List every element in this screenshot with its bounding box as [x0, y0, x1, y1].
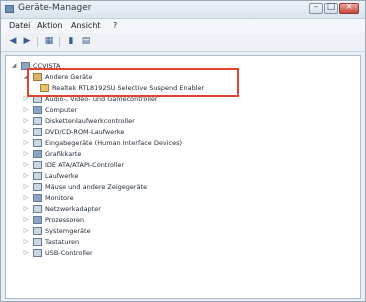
tree-item-label: Tastaturen — [45, 237, 80, 246]
back-button[interactable]: ◀ — [7, 36, 19, 47]
tree-item-drives[interactable]: ▷ Laufwerke — [22, 170, 78, 181]
properties-button[interactable]: ▦ — [43, 36, 55, 47]
arrow-right-icon: ▶ — [23, 36, 31, 46]
drive-icon — [33, 171, 42, 180]
forward-button[interactable]: ▶ — [21, 36, 33, 47]
tree-item-ide[interactable]: ▷ IDE ATA/ATAPI-Controller — [22, 159, 124, 170]
expand-icon[interactable]: ▷ — [22, 139, 30, 146]
maximize-icon: □ — [326, 2, 336, 12]
tree-item-label: Systemgeräte — [45, 226, 91, 235]
tree-item-label: USB-Controller — [45, 248, 93, 257]
tree-item-system[interactable]: ▷ Systemgeräte — [22, 225, 91, 236]
window-title: Geräte-Manager — [18, 3, 92, 13]
expand-icon[interactable]: ▷ — [22, 194, 30, 201]
expand-icon[interactable]: ▷ — [22, 249, 30, 256]
toolbar: ◀ ▶ ▦ ▮ ▤ — [1, 33, 365, 52]
menu-bar: Datei Aktion Ansicht ? — [1, 19, 365, 33]
floppy-controller-icon — [33, 116, 42, 125]
menu-view[interactable]: Ansicht — [71, 21, 101, 30]
window-controls: – □ × — [309, 2, 359, 14]
help-button[interactable]: ▮ — [65, 36, 77, 47]
mouse-icon — [33, 182, 42, 191]
tree-item-mice[interactable]: ▷ Mäuse und andere Zeigegeräte — [22, 181, 147, 192]
menu-action[interactable]: Aktion — [37, 21, 62, 30]
tree-item-hid[interactable]: ▷ Eingabegeräte (Human Interface Devices… — [22, 137, 182, 148]
tree-item-label: Monitore — [45, 193, 74, 202]
expand-icon[interactable]: ▷ — [22, 205, 30, 212]
expand-icon[interactable]: ▷ — [22, 183, 30, 190]
tree-item-label: IDE ATA/ATAPI-Controller — [45, 160, 125, 169]
properties-icon: ▦ — [44, 36, 54, 46]
hid-icon — [33, 138, 42, 147]
system-icon — [33, 226, 42, 235]
tree-item-label: Diskettenlaufwerkcontroller — [45, 116, 135, 125]
expand-icon[interactable]: ▷ — [22, 227, 30, 234]
expand-icon[interactable]: ▷ — [22, 216, 30, 223]
view-button[interactable]: ▤ — [80, 36, 92, 47]
tree-item-disk-controller[interactable]: ▷ Diskettenlaufwerkcontroller — [22, 115, 135, 126]
network-icon — [33, 204, 42, 213]
graphics-icon — [33, 149, 42, 158]
tree-item-graphics[interactable]: ▷ Grafikkarte — [22, 148, 81, 159]
processor-icon — [33, 215, 42, 224]
minimize-icon: – — [313, 2, 319, 12]
tree-item-label: Eingabegeräte (Human Interface Devices) — [45, 138, 183, 147]
tree-item-keyboards[interactable]: ▷ Tastaturen — [22, 236, 79, 247]
tree-item-label: Laufwerke — [45, 171, 79, 180]
maximize-button[interactable]: □ — [324, 2, 338, 14]
close-button[interactable]: × — [339, 2, 359, 14]
tree-item-label: Netzwerkadapter — [45, 204, 101, 213]
monitor-icon — [33, 193, 42, 202]
minimize-button[interactable]: – — [309, 2, 323, 14]
tree-item-label: DVD/CD-ROM-Laufwerke — [45, 127, 125, 136]
tree-item-usb[interactable]: ▷ USB-Controller — [22, 247, 93, 258]
expand-icon[interactable]: ▷ — [22, 172, 30, 179]
view-icon: ▤ — [81, 36, 91, 46]
arrow-left-icon: ◀ — [9, 36, 17, 46]
device-manager-window: Geräte-Manager – □ × Datei Aktion Ansich… — [0, 0, 366, 302]
expand-icon[interactable]: ▷ — [22, 117, 30, 124]
tree-item-computer[interactable]: ▷ Computer — [22, 104, 77, 115]
help-icon: ▮ — [68, 36, 74, 46]
toolbar-separator — [37, 37, 38, 47]
tree-item-network[interactable]: ▷ Netzwerkadapter — [22, 203, 101, 214]
collapse-icon[interactable]: ◢ — [10, 62, 18, 69]
tree-item-label: Prozessoren — [45, 215, 85, 224]
device-manager-icon — [5, 5, 14, 13]
tree-item-monitors[interactable]: ▷ Monitore — [22, 192, 74, 203]
title-bar: Geräte-Manager – □ × — [1, 1, 365, 19]
tree-item-processors[interactable]: ▷ Prozessoren — [22, 214, 84, 225]
highlight-box — [27, 68, 239, 97]
menu-help[interactable]: ? — [113, 21, 117, 30]
ide-icon — [33, 160, 42, 169]
toolbar-separator — [59, 37, 60, 47]
usb-icon — [33, 248, 42, 257]
expand-icon[interactable]: ▷ — [22, 150, 30, 157]
close-icon: × — [345, 2, 353, 12]
dvd-icon — [33, 127, 42, 136]
expand-icon[interactable]: ▷ — [22, 128, 30, 135]
tree-item-label: Grafikkarte — [45, 149, 82, 158]
expand-icon[interactable]: ▷ — [22, 238, 30, 245]
expand-icon[interactable]: ▷ — [22, 161, 30, 168]
tree-item-label: Computer — [45, 105, 78, 114]
expand-icon[interactable]: ▷ — [22, 106, 30, 113]
tree-item-label: Mäuse und andere Zeigegeräte — [45, 182, 148, 191]
computer-icon — [33, 105, 42, 114]
keyboard-icon — [33, 237, 42, 246]
menu-file[interactable]: Datei — [9, 21, 30, 30]
tree-item-dvd[interactable]: ▷ DVD/CD-ROM-Laufwerke — [22, 126, 124, 137]
